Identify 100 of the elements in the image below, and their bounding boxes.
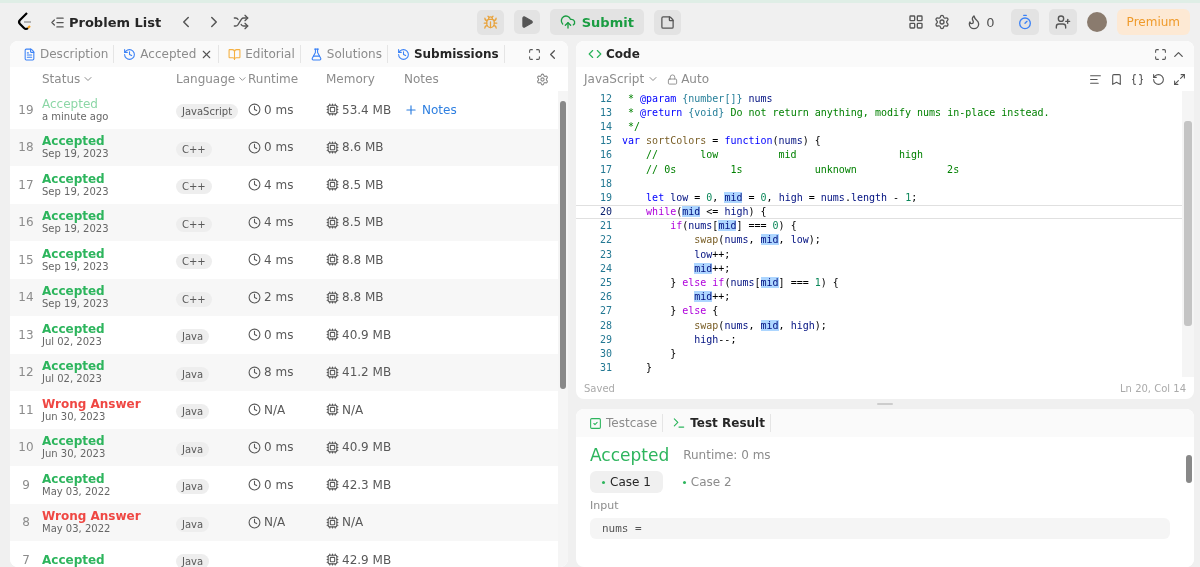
auto-mode-button[interactable]: Auto [667,72,710,86]
history-icon [123,47,137,61]
scrollbar[interactable] [558,91,568,567]
status-text[interactable]: Accepted [42,246,105,261]
line-number: 25 [598,277,613,289]
saved-status: Saved [584,382,615,394]
code-line: swap(nums, mid, low); [693,234,821,246]
maximize-icon[interactable] [528,47,541,61]
status-text[interactable]: Accepted [42,171,105,186]
format-icon[interactable] [1089,72,1102,86]
settings-icon[interactable] [536,72,549,86]
add-notes-button[interactable]: Notes [404,102,457,117]
panel-tab[interactable]: Accepted [118,45,220,63]
braces-icon[interactable] [1131,72,1144,86]
reset-icon[interactable] [1152,72,1165,86]
runtime-text: N/A [248,515,286,530]
clock-icon [248,215,261,229]
streak-counter[interactable]: 0 [960,9,1001,35]
flask-icon [309,47,323,61]
memory-text: 53.4 MB [326,102,392,117]
submit-button[interactable]: Submit [549,9,644,35]
status-text[interactable]: Wrong Answer [42,396,141,411]
plus-icon [404,102,418,117]
language-tag: JavaScript [176,104,239,120]
bug-icon [482,14,498,30]
result-tab[interactable]: Test Result [667,414,771,432]
status-text[interactable]: Accepted [42,471,105,486]
language-tag: C++ [176,179,212,195]
clock-icon [248,478,261,492]
panel-tab[interactable]: Editorial [223,45,301,63]
line-number: 15 [598,135,613,147]
shuffle-icon[interactable] [233,14,250,30]
memory-text: 40.9 MB [326,440,392,455]
language-dropdown[interactable]: JavaScript [584,72,660,86]
line-number: 18 [598,177,613,189]
memory-text: 8.5 MB [326,215,384,230]
maximize-icon[interactable] [1154,47,1167,61]
row-index: 18 [17,140,35,155]
column-header: Runtime [248,72,300,86]
clock-icon [248,440,261,454]
runtime-text: 8 ms [248,365,294,380]
column-header[interactable]: Status [42,72,176,86]
play-icon [519,15,534,29]
row-index: 10 [17,440,35,455]
panel-tab[interactable]: Solutions [304,45,388,63]
code-line: swap(nums, mid, high); [693,319,827,331]
status-text[interactable]: Accepted [42,359,105,374]
premium-button[interactable]: Premium [1116,9,1190,35]
expand-icon[interactable] [1173,72,1186,86]
layout-icon[interactable] [908,14,925,30]
status-text[interactable]: Accepted [42,321,105,336]
panel-tab[interactable]: Description [18,45,115,63]
verdict-text: Accepted [590,445,670,465]
row-index: 13 [17,327,35,342]
runtime-text: 0 ms [248,140,294,155]
runtime-text: N/A [248,402,286,417]
code-icon [588,47,602,61]
avatar[interactable] [1086,12,1107,32]
row-index: 15 [17,252,35,267]
status-text[interactable]: Accepted [42,284,105,299]
note-button[interactable] [653,9,681,35]
submission-date: Jul 02, 2023 [42,335,102,348]
settings-icon[interactable] [934,14,951,30]
code-line: } else { [669,305,719,317]
logo-icon[interactable] [16,11,34,33]
column-header[interactable]: Language [176,72,248,86]
status-text[interactable]: Accepted [42,96,98,111]
bookmark-icon[interactable] [1110,72,1123,86]
submission-date: May 03, 2022 [42,523,111,536]
status-text[interactable]: Accepted [42,134,105,149]
submission-date: Jul 02, 2023 [42,373,102,386]
panel-tab[interactable]: Submissions [391,45,505,63]
terminal-icon [672,416,687,430]
chip-icon [326,553,339,567]
run-button[interactable] [513,10,540,34]
line-number: 20 [598,206,613,218]
case-tab[interactable]: Case 2 [670,471,744,493]
lock-icon [667,73,679,85]
submission-date: Sep 19, 2023 [42,298,109,311]
timer-button[interactable] [1010,9,1039,35]
submission-date: Sep 19, 2023 [42,223,109,236]
problem-list-button[interactable]: Problem List [44,9,168,35]
line-number: 14 [598,120,613,132]
status-text[interactable]: Accepted [42,552,105,567]
result-tab[interactable]: Testcase [584,414,664,432]
memory-text: 8.6 MB [326,140,384,155]
chip-icon [326,478,339,492]
language-tag: Java [176,479,210,495]
code-line: mid++; [693,262,731,274]
case-tab[interactable]: Case 1 [590,471,663,493]
line-number: 16 [598,149,613,161]
status-text[interactable]: Wrong Answer [42,509,141,524]
line-number: 28 [598,319,613,331]
add-user-button[interactable] [1048,9,1077,35]
cloud-upload-icon [559,14,576,30]
row-index: 9 [21,477,31,492]
status-text[interactable]: Accepted [42,209,105,224]
scrollbar[interactable] [1182,91,1194,377]
row-index: 19 [17,102,35,117]
status-text[interactable]: Accepted [42,434,105,449]
